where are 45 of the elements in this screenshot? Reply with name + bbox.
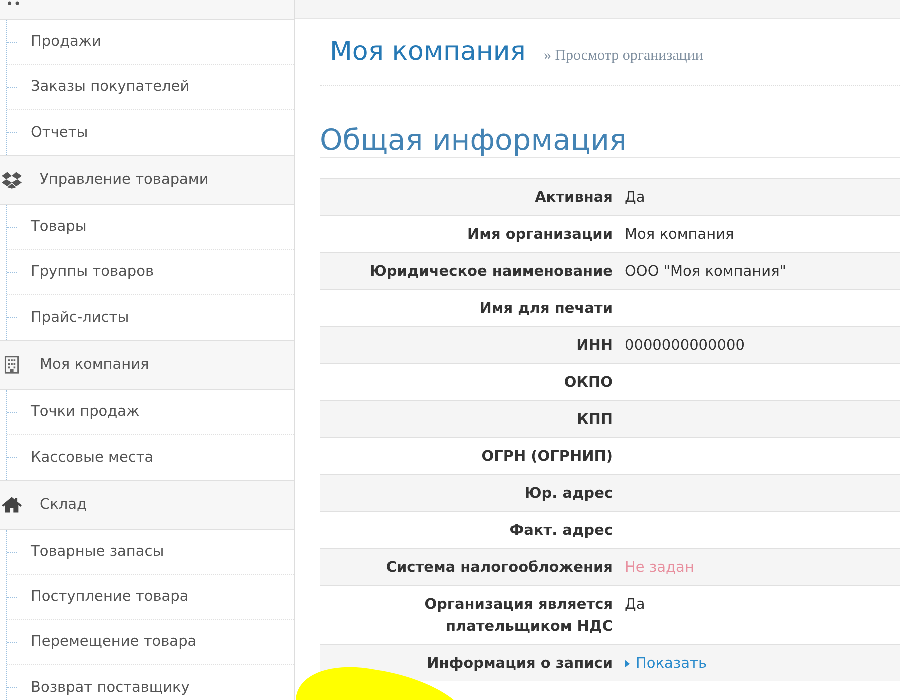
field-label: ОКПО [563, 374, 614, 394]
caret-icon [625, 660, 630, 668]
field-value: Да [625, 597, 646, 614]
sidebar-item[interactable]: Точки продаж [7, 390, 294, 435]
sidebar-item[interactable]: Кассовые места [7, 435, 294, 480]
field-label: ИНН [576, 337, 614, 356]
sidebar-group-header[interactable]: Склад [0, 480, 294, 530]
field-label: Факт. адрес [508, 522, 614, 542]
page-title: Моя компания [330, 37, 526, 67]
field-value: ООО "Моя компания" [625, 264, 786, 280]
field-value: Да [625, 190, 646, 206]
sidebar-item[interactable]: Отчеты [7, 110, 294, 155]
field-label: КПП [576, 411, 614, 430]
group-label: Моя компания [40, 357, 150, 373]
field-label: ОГРН (ОГРНИП) [480, 448, 614, 468]
sidebar-item[interactable]: Товары [7, 205, 294, 250]
field-label: Система налогообложения [385, 559, 614, 578]
sidebar-item[interactable]: Поступление товара [7, 575, 294, 620]
field-value: Моя компания [625, 227, 734, 244]
sidebar-item[interactable]: Группы товаров [7, 250, 294, 295]
sidebar-item[interactable]: Прайс-листы [7, 295, 294, 340]
dropbox-icon [2, 171, 22, 189]
field-value: 0000000000000 [625, 338, 745, 354]
sidebar-item[interactable]: Возврат поставщику [7, 665, 294, 700]
sidebar-group-header[interactable]: Моя компания [0, 340, 294, 390]
sidebar-item[interactable]: Перемещение товара [7, 620, 294, 665]
field-label: Юр. адрес [524, 485, 614, 504]
section-title: Общая информация [320, 124, 900, 158]
field-label: Активная [534, 189, 614, 208]
sidebar-group-header[interactable] [0, 0, 294, 20]
page-subtitle: » Просмотр организации [544, 48, 704, 65]
field-label: Юридическое наименование [368, 263, 614, 282]
group-label: Управление товарами [40, 172, 209, 188]
sidebar-item[interactable]: Товарные запасы [7, 530, 294, 575]
field-label: Организация является плательщиком НДС [424, 596, 614, 638]
field-label: Имя организации [466, 226, 614, 246]
field-label: Имя для печати [478, 300, 614, 320]
sidebar-item[interactable]: Заказы покупателей [7, 65, 294, 110]
field-value: Не задан [625, 560, 694, 576]
sidebar-group-header[interactable]: Управление товарами [0, 155, 294, 205]
building-icon [2, 356, 22, 374]
home-icon [2, 496, 22, 514]
field-label: Информация о записи [426, 655, 614, 674]
sidebar-item[interactable]: Продажи [7, 20, 294, 65]
group-label: Склад [40, 497, 88, 513]
